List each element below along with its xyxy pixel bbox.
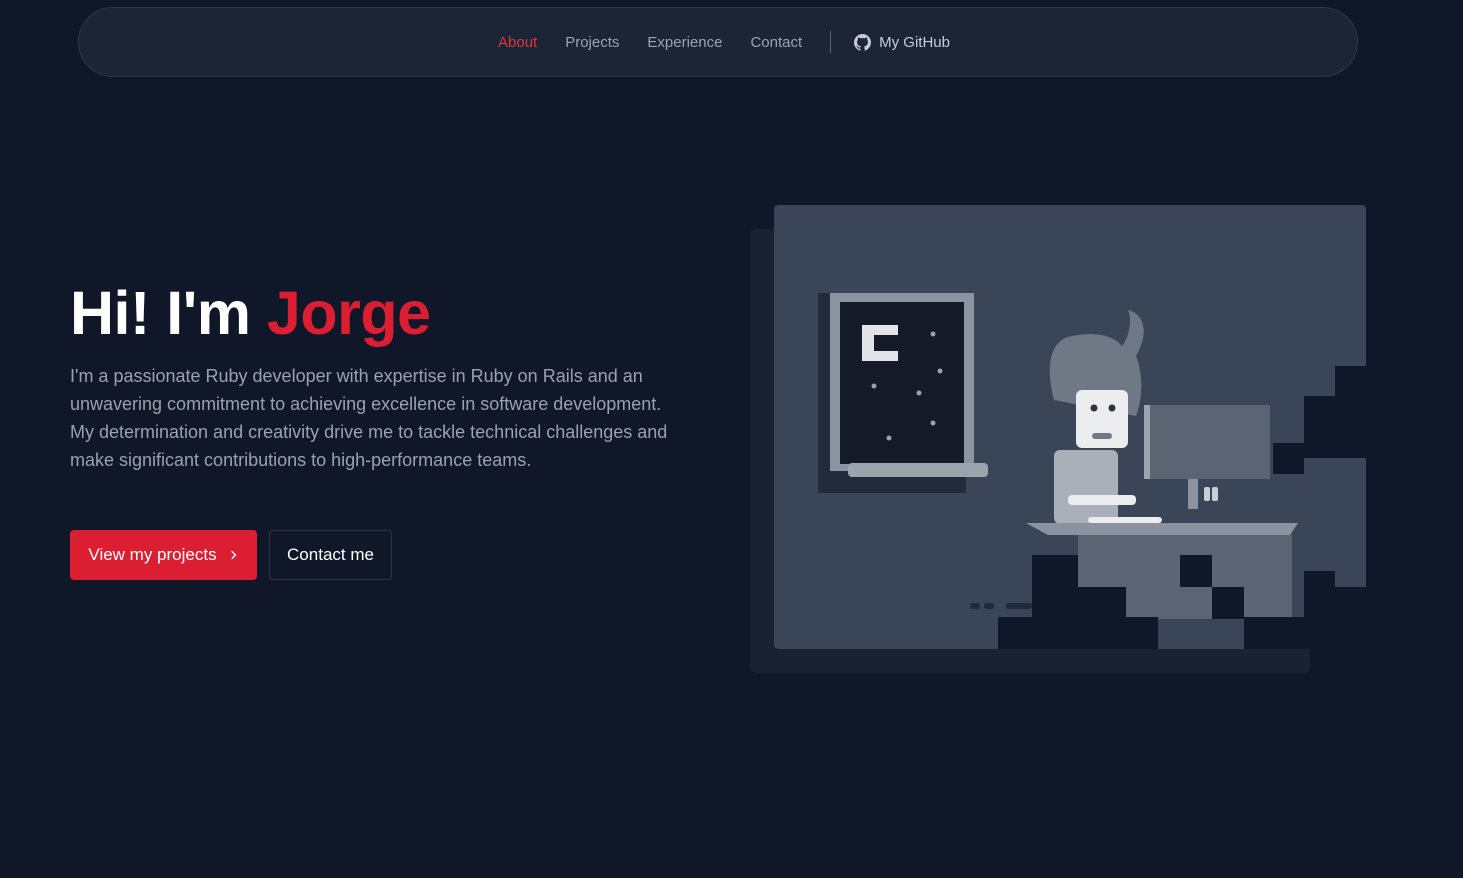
nav-divider [830, 31, 832, 53]
hero-name: Jorge [266, 279, 431, 347]
developer-at-night-illustration [774, 205, 1366, 649]
nav-link-contact[interactable]: Contact [750, 34, 802, 51]
nav-links: About Projects Experience Contact My Git… [498, 31, 950, 53]
contact-me-button[interactable]: Contact me [269, 530, 392, 580]
view-projects-button[interactable]: View my projects [70, 530, 257, 580]
hero-greeting: Hi! I'm [70, 279, 251, 347]
hero-description: I'm a passionate Ruby developer with exp… [70, 366, 668, 470]
nav-link-projects[interactable]: Projects [565, 34, 619, 51]
view-projects-label: View my projects [88, 545, 217, 564]
github-icon [854, 33, 872, 51]
chevron-right-icon [229, 547, 239, 563]
github-link[interactable]: My GitHub [854, 33, 950, 51]
github-label: My GitHub [879, 33, 950, 51]
top-navbar: About Projects Experience Contact My Git… [78, 7, 1358, 77]
hero-title: Hi! I'm Jorge [70, 276, 431, 350]
nav-link-about[interactable]: About [498, 34, 537, 51]
nav-link-experience[interactable]: Experience [647, 34, 722, 51]
